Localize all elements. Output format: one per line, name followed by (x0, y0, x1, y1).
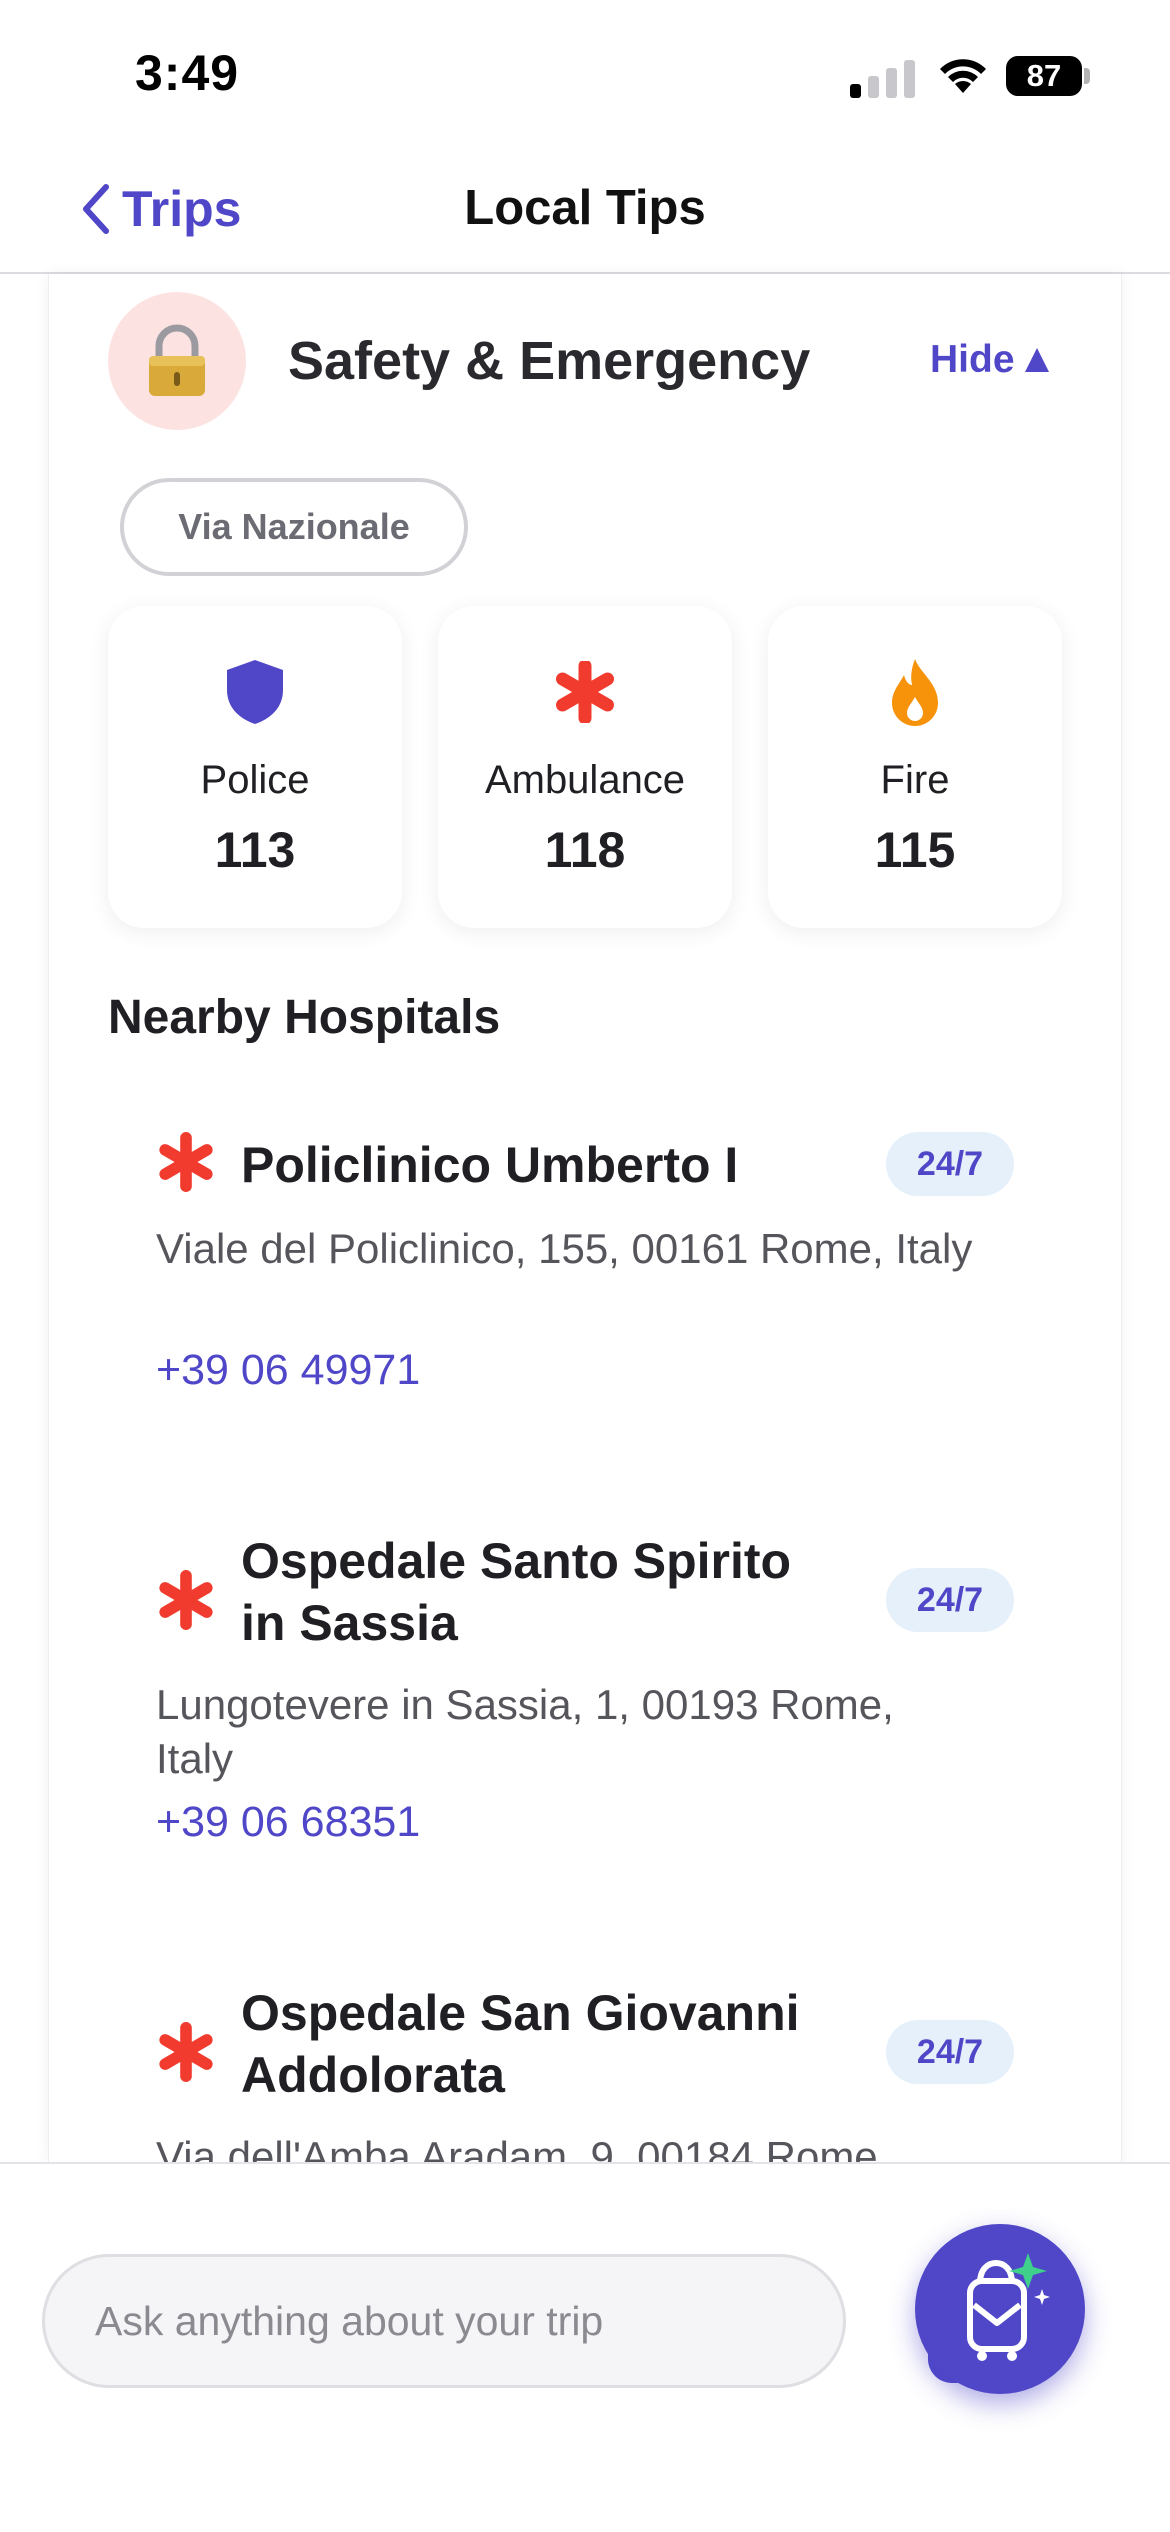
status-time: 3:49 (135, 45, 240, 101)
police-tile[interactable]: Police 113 (108, 606, 402, 928)
section-title: Safety & Emergency (288, 331, 811, 391)
location-chip[interactable]: Via Nazionale (120, 478, 468, 576)
hide-label: Hide (930, 338, 1015, 381)
battery-icon: 87 (1006, 56, 1082, 96)
asterisk-icon (159, 2022, 213, 2082)
hospital-name: Ospedale Santo Spirito in Sassia (241, 1533, 792, 1651)
assistant-button[interactable] (915, 2224, 1085, 2394)
ambulance-tile[interactable]: Ambulance 118 (438, 606, 732, 928)
hours-badge: 24/7 (886, 1132, 1014, 1196)
fire-tile[interactable]: Fire 115 (768, 606, 1062, 928)
fire-number: 115 (874, 822, 956, 878)
hospital-name: Policlinico Umberto I (241, 1137, 739, 1193)
chevron-left-icon (83, 184, 109, 234)
battery-level: 87 (1026, 58, 1062, 93)
hours-badge: 24/7 (886, 1568, 1014, 1632)
luggage-sparkle-icon (967, 2253, 1050, 2361)
hours-badge: 24/7 (886, 2020, 1014, 2084)
shield-icon (223, 656, 287, 728)
page-title: Local Tips (464, 181, 706, 235)
lock-icon (108, 292, 246, 430)
hospital-phone-link[interactable]: +39 06 68351 (156, 1798, 420, 1847)
flame-icon (890, 656, 940, 728)
police-label: Police (200, 758, 310, 802)
nearby-hospitals-title: Nearby Hospitals (108, 991, 501, 1044)
hospital-name: Ospedale San Giovanni Addolorata (241, 1985, 800, 2103)
asterisk-icon (554, 656, 616, 728)
caret-up-icon (1024, 348, 1049, 372)
asterisk-icon (159, 1570, 213, 1630)
hospital-item[interactable]: Ospedale Santo Spirito in Sassia 24/7 Lu… (156, 1530, 1016, 1850)
wifi-icon (940, 59, 986, 93)
back-button[interactable]: Trips (80, 180, 241, 238)
hospital-item[interactable]: Policlinico Umberto I 24/7 Viale del Pol… (156, 1130, 1016, 1410)
police-number: 113 (214, 822, 296, 878)
fire-label: Fire (880, 758, 950, 802)
hospital-address: Viale del Policlinico, 155, 00161 Rome, … (156, 1225, 973, 1272)
ask-input[interactable] (42, 2254, 846, 2388)
lock-glyph (149, 324, 205, 396)
hospital-phone-link[interactable]: +39 06 49971 (156, 1346, 420, 1395)
hospital-item[interactable]: Ospedale San Giovanni Addolorata 24/7 Vi… (156, 1982, 1016, 2162)
asterisk-icon (159, 1132, 213, 1192)
battery-cap (1084, 68, 1090, 84)
hide-button[interactable]: Hide (930, 338, 1049, 382)
hospital-address: Lungotevere in Sassia, 1, 00193 Rome, It… (156, 1681, 894, 1782)
back-label: Trips (122, 181, 242, 237)
ambulance-label: Ambulance (484, 758, 686, 802)
cellular-signal-icon (850, 58, 915, 98)
hospital-address: Via dell'Amba Aradam, 9, 00184 Rome (156, 2133, 878, 2162)
ambulance-number: 118 (544, 822, 626, 878)
